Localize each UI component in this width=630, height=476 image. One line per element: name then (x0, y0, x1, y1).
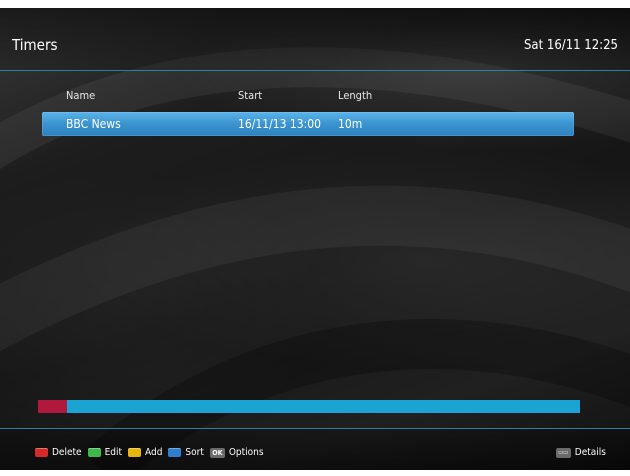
timer-name: BBC News (66, 117, 121, 131)
column-header-length: Length (338, 89, 373, 102)
header-bar: Timers Sat 16/11 12:25 (0, 8, 630, 71)
blue-key-icon (168, 448, 182, 457)
green-key-icon (87, 448, 101, 457)
details-label: Details (574, 447, 606, 458)
sort-label: Sort (185, 447, 204, 458)
footer-bar: Delete Edit Add Sort OK Options ▭▭ Detai… (0, 428, 630, 470)
info-key-icon: ▭▭ (555, 447, 571, 458)
disk-usage-bar (38, 400, 580, 413)
sort-button[interactable]: Sort (168, 447, 204, 458)
date-time: Sat 16/11 12:25 (523, 38, 618, 53)
column-header-name: Name (66, 89, 96, 102)
delete-label: Delete (52, 447, 82, 458)
add-button[interactable]: Add (128, 447, 162, 458)
edit-label: Edit (104, 447, 122, 458)
timer-start: 16/11/13 13:00 (238, 117, 322, 131)
details-button[interactable]: ▭▭ Details (555, 447, 606, 458)
edit-button[interactable]: Edit (87, 447, 122, 458)
column-header-start: Start (238, 89, 263, 102)
button-legend: Delete Edit Add Sort OK Options (35, 447, 270, 458)
yellow-key-icon (128, 448, 141, 457)
options-button[interactable]: OK Options (209, 447, 264, 458)
timer-row-selected[interactable]: BBC News 16/11/13 13:00 10m (42, 112, 574, 136)
timer-length: 10m (338, 117, 363, 131)
delete-button[interactable]: Delete (35, 447, 82, 458)
ok-key-icon: OK (209, 447, 225, 458)
options-label: Options (228, 447, 264, 458)
tv-screen: Timers Sat 16/11 12:25 Name Start Length… (0, 8, 630, 470)
add-label: Add (145, 447, 163, 458)
page-title: Timers (12, 36, 58, 54)
disk-usage-fill (38, 400, 68, 413)
red-key-icon (35, 448, 48, 457)
